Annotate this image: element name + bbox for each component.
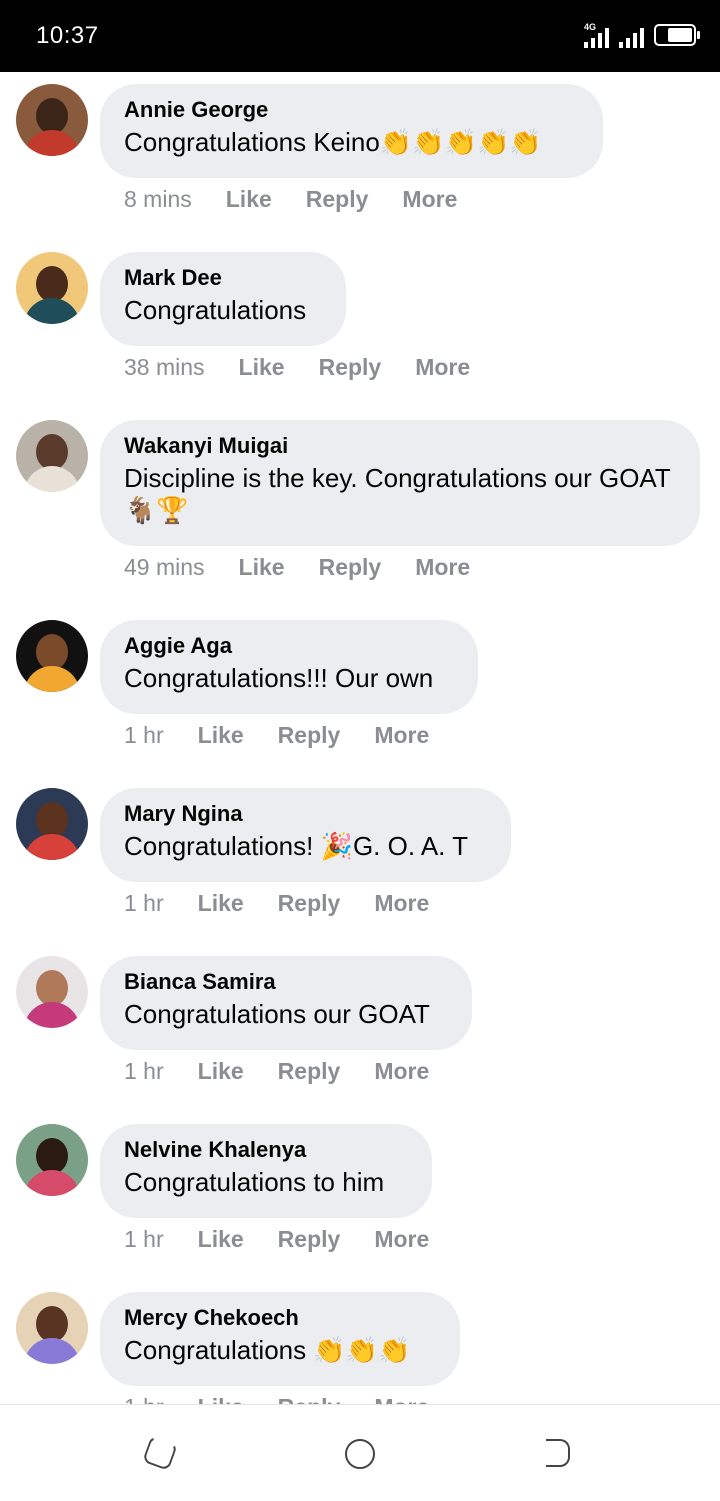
reply-button[interactable]: Reply — [306, 186, 369, 213]
like-button[interactable]: Like — [239, 354, 285, 381]
comment-bubble[interactable]: Annie George Congratulations Keino👏👏👏👏👏 — [100, 84, 603, 178]
more-button[interactable]: More — [402, 186, 457, 213]
comment-time: 1 hr — [124, 890, 164, 916]
comment-text: Congratulations! 🎉G. O. A. T — [124, 831, 469, 861]
comment-time: 38 mins — [124, 354, 205, 380]
system-icons: 4G — [584, 22, 700, 48]
clapping-hands-emoji: 👏👏👏👏👏 — [379, 127, 542, 157]
signal-icon — [619, 26, 644, 48]
comment-author[interactable]: Mary Ngina — [124, 800, 487, 828]
like-button[interactable]: Like — [198, 1394, 244, 1404]
comment-time: 1 hr — [124, 1058, 164, 1084]
comment-author[interactable]: Aggie Aga — [124, 632, 454, 660]
like-button[interactable]: Like — [239, 554, 285, 581]
comment-author[interactable]: Annie George — [124, 96, 579, 124]
comment-meta: 38 mins Like Reply More — [124, 354, 470, 381]
comment-meta: 1 hr Like Reply More — [124, 722, 429, 749]
comment-meta: 1 hr Like Reply More — [124, 1394, 429, 1404]
comment-author[interactable]: Mark Dee — [124, 264, 322, 292]
comment-meta: 8 mins Like Reply More — [124, 186, 457, 213]
avatar[interactable] — [16, 420, 88, 492]
home-icon[interactable] — [345, 1439, 375, 1469]
comment-text: Congratulations our GOAT — [124, 999, 430, 1029]
comment-bubble[interactable]: Wakanyi Muigai Discipline is the key. Co… — [100, 420, 700, 546]
avatar[interactable] — [16, 956, 88, 1028]
comment-text: Congratulations 👏👏👏 — [124, 1335, 411, 1365]
avatar[interactable] — [16, 620, 88, 692]
comment-author[interactable]: Mercy Chekoech — [124, 1304, 436, 1332]
more-button[interactable]: More — [374, 722, 429, 749]
reply-button[interactable]: Reply — [278, 1226, 341, 1253]
more-button[interactable]: More — [415, 554, 470, 581]
comment-meta: 1 hr Like Reply More — [124, 890, 429, 917]
comment-bubble[interactable]: Mercy Chekoech Congratulations 👏👏👏 — [100, 1292, 460, 1386]
comment-author[interactable]: Bianca Samira — [124, 968, 448, 996]
status-time: 10:37 — [36, 22, 99, 49]
status-bar: 10:37 4G — [0, 0, 720, 72]
comment-bubble[interactable]: Mark Dee Congratulations — [100, 252, 346, 346]
comment-time: 1 hr — [124, 722, 164, 748]
reply-button[interactable]: Reply — [278, 1394, 341, 1404]
comment-bubble[interactable]: Mary Ngina Congratulations! 🎉G. O. A. T — [100, 788, 511, 882]
comment-time: 8 mins — [124, 186, 192, 212]
comment-bubble[interactable]: Bianca Samira Congratulations our GOAT — [100, 956, 472, 1050]
avatar[interactable] — [16, 1124, 88, 1196]
like-button[interactable]: Like — [198, 1226, 244, 1253]
back-icon[interactable] — [546, 1439, 570, 1467]
avatar[interactable] — [16, 1292, 88, 1364]
like-button[interactable]: Like — [198, 890, 244, 917]
comment-time: 1 hr — [124, 1394, 164, 1404]
comment-text: Congratulations — [124, 295, 307, 325]
more-button[interactable]: More — [415, 354, 470, 381]
avatar[interactable] — [16, 84, 88, 156]
navigation-bar — [0, 1404, 720, 1501]
comment-author[interactable]: Nelvine Khalenya — [124, 1136, 408, 1164]
signal-icon: 4G — [584, 22, 609, 48]
reply-button[interactable]: Reply — [319, 354, 382, 381]
reply-button[interactable]: Reply — [278, 722, 341, 749]
comments-feed[interactable]: Annie George Congratulations Keino👏👏👏👏👏 … — [0, 72, 720, 1404]
more-button[interactable]: More — [374, 890, 429, 917]
battery-icon — [654, 24, 700, 46]
recent-apps-icon[interactable] — [142, 1435, 178, 1471]
comment-text: Congratulations to him — [124, 1167, 385, 1197]
like-button[interactable]: Like — [226, 186, 272, 213]
comment-meta: 1 hr Like Reply More — [124, 1226, 429, 1253]
more-button[interactable]: More — [374, 1394, 429, 1404]
comment-meta: 49 mins Like Reply More — [124, 554, 470, 581]
goat-trophy-emoji: 🐐🏆 — [124, 495, 189, 525]
comment-meta: 1 hr Like Reply More — [124, 1058, 429, 1085]
reply-button[interactable]: Reply — [278, 1058, 341, 1085]
like-button[interactable]: Like — [198, 1058, 244, 1085]
comment-time: 1 hr — [124, 1226, 164, 1252]
reply-button[interactable]: Reply — [278, 890, 341, 917]
party-popper-emoji: 🎉 — [320, 831, 353, 861]
comment-text: Congratulations!!! Our own — [124, 663, 434, 693]
comment-bubble[interactable]: Aggie Aga Congratulations!!! Our own — [100, 620, 478, 714]
comment-text: Congratulations Keino👏👏👏👏👏 — [124, 127, 542, 157]
clapping-hands-emoji: 👏👏👏 — [313, 1335, 411, 1365]
more-button[interactable]: More — [374, 1058, 429, 1085]
comment-bubble[interactable]: Nelvine Khalenya Congratulations to him — [100, 1124, 432, 1218]
avatar[interactable] — [16, 788, 88, 860]
network-type: 4G — [584, 22, 597, 32]
reply-button[interactable]: Reply — [319, 554, 382, 581]
comment-text: Discipline is the key. Congratulations o… — [124, 463, 671, 525]
comment-author[interactable]: Wakanyi Muigai — [124, 432, 676, 460]
more-button[interactable]: More — [374, 1226, 429, 1253]
avatar[interactable] — [16, 252, 88, 324]
comment-time: 49 mins — [124, 554, 205, 580]
like-button[interactable]: Like — [198, 722, 244, 749]
